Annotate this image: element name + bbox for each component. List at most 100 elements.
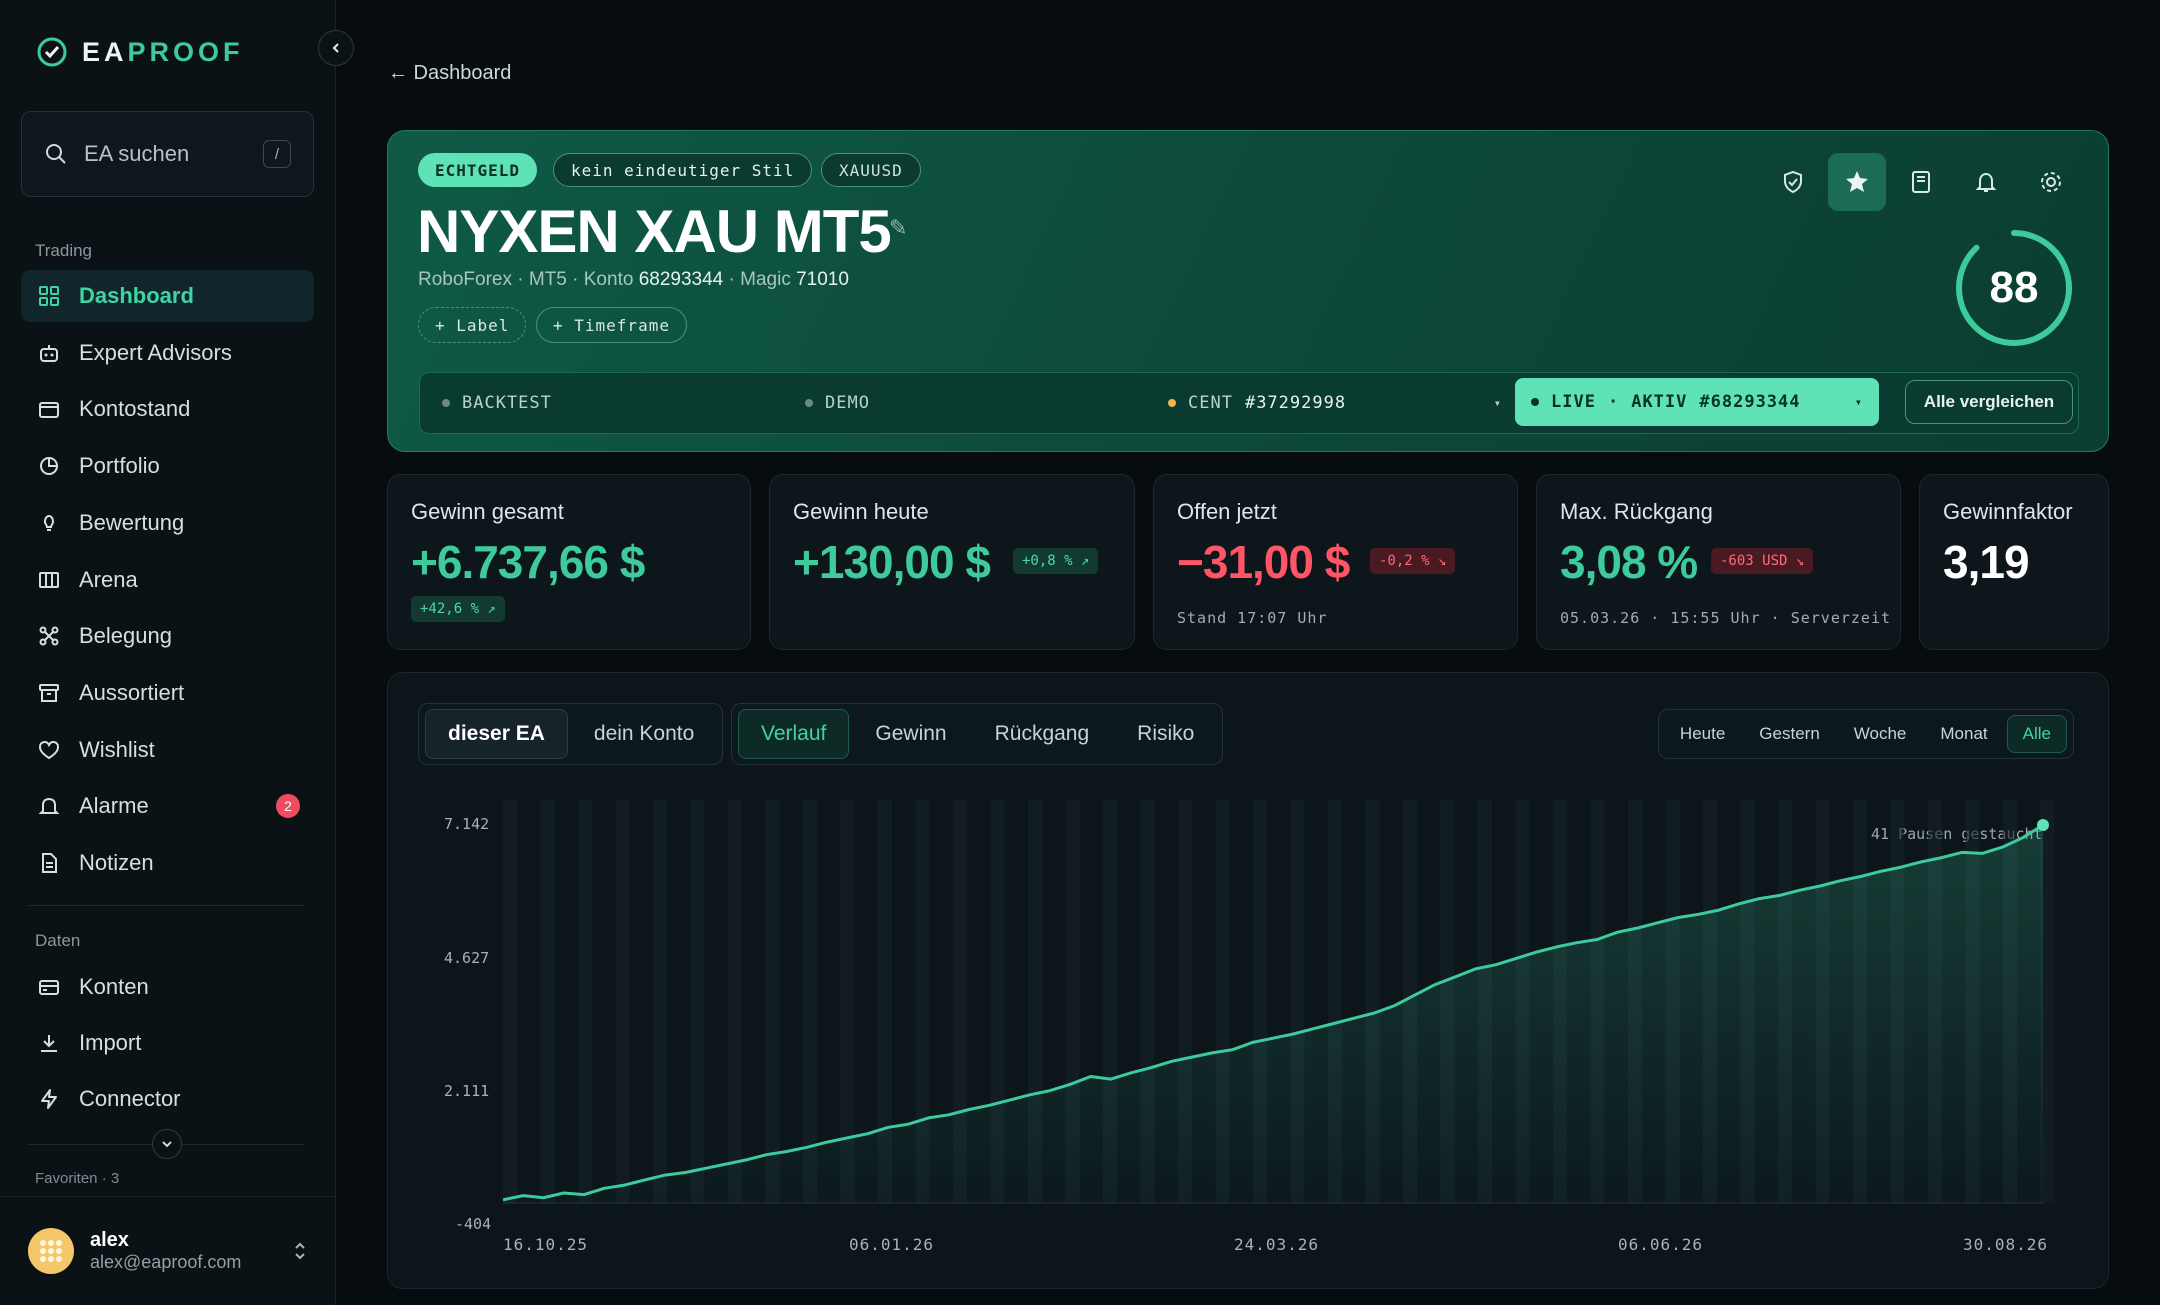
sidebar-item-arena[interactable]: Arena: [21, 554, 314, 606]
pause-band: [578, 800, 592, 1203]
sidebar-item-label: Portfolio: [79, 453, 160, 479]
stat-label: Max. Rückgang: [1560, 499, 1713, 524]
sidebar-item-belegung[interactable]: Belegung: [21, 610, 314, 662]
download-icon: [37, 1031, 61, 1055]
breadcrumb-back-link[interactable]: ← Dashboard: [388, 62, 511, 85]
chevron-down-icon: ▾: [1854, 395, 1863, 409]
sidebar-item-label: Belegung: [79, 623, 172, 649]
pause-band: [690, 800, 705, 1203]
user-name: alex: [90, 1229, 129, 1251]
add-timeframe-button[interactable]: + Timeframe: [536, 307, 687, 343]
chevron-down-icon: [162, 1141, 172, 1148]
card-icon: [37, 975, 61, 999]
sidebar-item-dashboard[interactable]: Dashboard: [21, 270, 314, 322]
notes-button[interactable]: [1892, 153, 1950, 211]
section-daten: Daten: [35, 931, 81, 950]
env-demo[interactable]: DEMO: [805, 373, 870, 433]
pause-band: [765, 800, 780, 1203]
env-live[interactable]: LIVE · AKTIV #68293344 ▾: [1515, 378, 1879, 426]
env-live-status: AKTIV: [1631, 392, 1688, 412]
sidebar-item-konten[interactable]: Konten: [21, 961, 314, 1013]
status-dot: [442, 399, 450, 407]
sidebar-item-aussortiert[interactable]: Aussortiert: [21, 667, 314, 719]
add-label-button[interactable]: + Label: [418, 307, 527, 343]
sidebar-item-label: Connector: [79, 1086, 181, 1111]
score-value: 88: [1989, 263, 2039, 312]
status-dot: [1168, 399, 1176, 407]
env-live-label: LIVE: [1551, 392, 1596, 412]
bell-icon: [1975, 172, 1997, 192]
columns-icon: [37, 568, 61, 592]
edit-title-icon[interactable]: ✎: [889, 215, 907, 241]
equity-chart: [502, 800, 2055, 1204]
stat-value: +130,00 $: [793, 536, 991, 588]
env-cent-id: #37292998: [1244, 393, 1347, 413]
bell-icon: [37, 794, 61, 818]
book-icon: [1912, 171, 1930, 193]
stat-chip: -0,2 % ↘: [1370, 548, 1456, 574]
sidebar-item-kontostand[interactable]: Kontostand: [21, 383, 314, 435]
status-dot: [1531, 398, 1539, 406]
note-icon: [37, 851, 61, 875]
ea-title: NYXEN XAU MT5: [417, 198, 892, 265]
favoriten-label[interactable]: Favoriten · 3: [35, 1170, 119, 1186]
sidebar-item-label: Expert Advisors: [79, 339, 232, 365]
settings-button[interactable]: [2022, 153, 2080, 211]
sidebar-item-notizen[interactable]: Notizen: [21, 837, 314, 889]
check-circle-icon: [37, 37, 67, 67]
subtitle-magic: 71010: [796, 269, 849, 290]
sidebar-item-import[interactable]: Import: [21, 1017, 314, 1069]
stat-value: +6.737,66 $: [411, 536, 645, 588]
sidebar-item-alarme[interactable]: Alarme 2: [21, 780, 314, 832]
bulb-icon: [37, 511, 61, 535]
stat-value: 3,19: [1943, 536, 2030, 588]
search-placeholder: EA suchen: [84, 141, 190, 166]
sidebar-item-wishlist[interactable]: Wishlist: [21, 724, 314, 776]
sidebar-divider: [28, 905, 304, 906]
sidebar-item-connector[interactable]: Connector: [21, 1073, 314, 1125]
stat-note: 05.03.26 · 15:55 Uhr · Serverzeit: [1560, 609, 1892, 627]
equity-end-point: [2037, 819, 2049, 831]
robot-icon: [37, 341, 61, 365]
sidebar-item-expert-advisors[interactable]: Expert Advisors: [21, 327, 314, 379]
stat-label: Gewinn gesamt: [411, 499, 564, 524]
sidebar-item-label: Import: [79, 1030, 142, 1055]
sidebar-item-label: Wishlist: [79, 736, 155, 762]
env-backtest[interactable]: BACKTEST: [442, 373, 552, 433]
bolt-icon: [37, 1087, 61, 1111]
pause-band: [803, 800, 817, 1203]
pause-band: [615, 800, 630, 1203]
stat-gewinn-heute: Gewinn heute +130,00 $ +0,8 % ↗: [769, 474, 1135, 650]
env-live-id: #68293344: [1699, 392, 1801, 412]
sidebar: EAPROOF EA suchen / Trading Dashboard Exp…: [0, 0, 336, 1305]
environment-bar: BACKTEST DEMO CENT #37292998 ▾ LIVE · AKTIV #…: [419, 372, 2079, 434]
search-shortcut: /: [263, 140, 291, 168]
env-cent[interactable]: CENT #37292998 ▾: [1168, 373, 1502, 433]
tag-symbol: XAUUSD: [821, 153, 921, 187]
collapse-sidebar-button[interactable]: [318, 30, 354, 66]
env-live-sep: ·: [1607, 392, 1620, 412]
logo[interactable]: EAPROOF: [36, 36, 244, 68]
sidebar-item-label: Notizen: [79, 850, 154, 875]
env-cent-label: CENT: [1188, 393, 1233, 413]
pause-band: [540, 800, 555, 1203]
compare-all-button[interactable]: Alle vergleichen: [1905, 380, 2073, 424]
favorite-button[interactable]: [1828, 153, 1886, 211]
search-input[interactable]: EA suchen /: [21, 111, 314, 197]
sidebar-item-label: Bewertung: [79, 509, 185, 535]
expand-favorites-button[interactable]: [152, 1129, 182, 1159]
shield-button[interactable]: [1764, 153, 1822, 211]
user-menu[interactable]: alex alex@eaproof.com: [0, 1196, 336, 1305]
sidebar-item-label: Arena: [79, 566, 138, 592]
status-dot: [805, 399, 813, 407]
alert-button[interactable]: [1957, 153, 2015, 211]
search-icon: [46, 144, 66, 164]
sidebar-item-label: Kontostand: [79, 396, 191, 422]
sidebar-item-bewertung[interactable]: Bewertung: [21, 497, 314, 549]
network-icon: [37, 624, 61, 648]
stat-chip: +42,6 % ↗: [411, 596, 505, 622]
avatar-pattern-icon: [40, 1240, 62, 1262]
sidebar-item-portfolio[interactable]: Portfolio: [21, 440, 314, 492]
subtitle-broker: RoboForex · MT5 · Konto: [418, 269, 639, 290]
stat-label: Offen jetzt: [1177, 499, 1277, 524]
